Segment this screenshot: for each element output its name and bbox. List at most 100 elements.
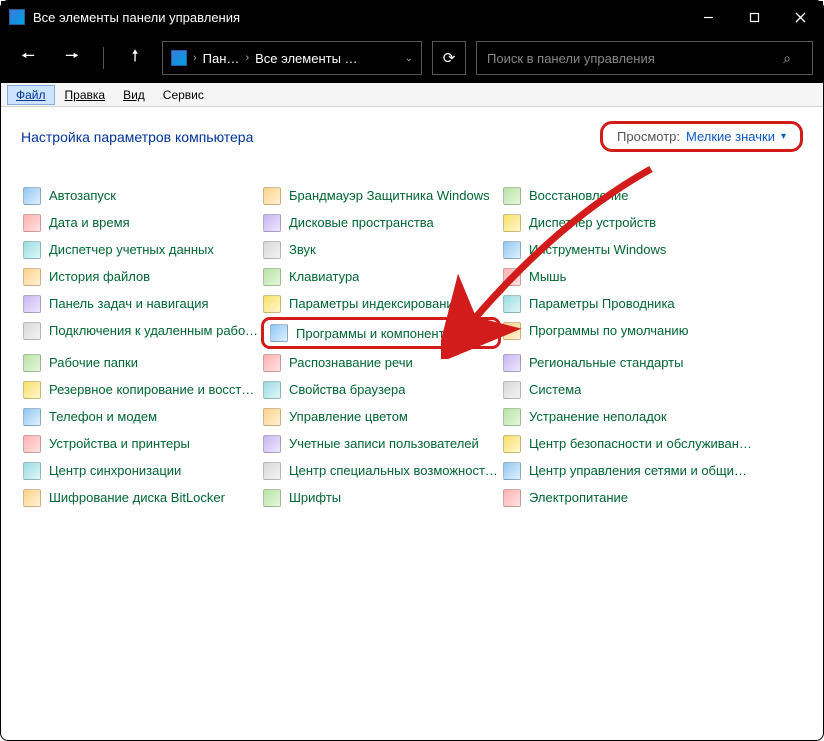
control-panel-item[interactable]: Центр специальных возможностей	[261, 457, 501, 484]
control-panel-item[interactable]: Устранение неполадок	[501, 403, 761, 430]
control-panel-item[interactable]: Диспетчер учетных данных	[21, 236, 261, 263]
control-panel-item[interactable]: Звук	[261, 236, 501, 263]
control-panel-item[interactable]: Автозапуск	[21, 182, 261, 209]
item-label: Рабочие папки	[49, 355, 138, 370]
item-icon	[503, 381, 521, 399]
control-panel-item[interactable]: Управление цветом	[261, 403, 501, 430]
item-icon	[23, 489, 41, 507]
item-label: Шифрование диска BitLocker	[49, 490, 225, 505]
item-icon	[503, 241, 521, 259]
item-label: Учетные записи пользователей	[289, 436, 479, 451]
chevron-right-icon: ›	[245, 52, 249, 64]
search-input[interactable]	[487, 51, 772, 66]
control-panel-item[interactable]: Свойства браузера	[261, 376, 501, 403]
control-panel-item[interactable]: Дата и время	[21, 209, 261, 236]
control-panel-item[interactable]: Центр синхронизации	[21, 457, 261, 484]
menu-bar: Файл Правка Вид Сервис	[1, 83, 823, 107]
control-panel-item[interactable]: Параметры Проводника	[501, 290, 761, 317]
nav-back-button[interactable]: 🠔	[11, 41, 45, 75]
control-panel-item[interactable]: Устройства и принтеры	[21, 430, 261, 457]
search-icon[interactable]: ⌕	[772, 50, 802, 67]
control-panel-item[interactable]: Диспетчер устройств	[501, 209, 761, 236]
item-icon	[503, 462, 521, 480]
control-panel-item[interactable]: Брандмауэр Защитника Windows	[261, 182, 501, 209]
item-icon	[23, 408, 41, 426]
close-button[interactable]	[777, 1, 823, 33]
item-label: Система	[529, 382, 581, 397]
item-label: Панель задач и навигация	[49, 296, 209, 311]
item-icon	[503, 295, 521, 313]
control-panel-item[interactable]: Рабочие папки	[21, 349, 261, 376]
titlebar: Все элементы панели управления	[1, 1, 823, 33]
control-panel-item[interactable]: История файлов	[21, 263, 261, 290]
control-panel-item[interactable]: Восстановление	[501, 182, 761, 209]
item-icon	[263, 354, 281, 372]
chevron-right-icon: ›	[193, 52, 197, 64]
breadcrumb-seg[interactable]: Все элементы …	[255, 51, 357, 66]
item-label: Дата и время	[49, 215, 130, 230]
breadcrumb[interactable]: › Пан… › Все элементы … ⌄	[162, 41, 422, 75]
item-label: Центр специальных возможностей	[289, 463, 499, 478]
view-label: Просмотр:	[617, 129, 680, 144]
control-panel-item[interactable]: Инструменты Windows	[501, 236, 761, 263]
item-icon	[23, 462, 41, 480]
item-icon	[263, 381, 281, 399]
control-panel-item[interactable]: Дисковые пространства	[261, 209, 501, 236]
control-panel-item[interactable]: Распознавание речи	[261, 349, 501, 376]
header-row: Настройка параметров компьютера Просмотр…	[1, 107, 823, 164]
item-icon	[503, 268, 521, 286]
control-panel-item[interactable]: Региональные стандарты	[501, 349, 761, 376]
view-mode-dropdown[interactable]: Просмотр: Мелкие значки ▾	[600, 121, 803, 152]
menu-view[interactable]: Вид	[115, 86, 153, 104]
item-label: Шрифты	[289, 490, 341, 505]
control-panel-item[interactable]: Учетные записи пользователей	[261, 430, 501, 457]
item-label: Диспетчер устройств	[529, 215, 656, 230]
item-label: Инструменты Windows	[529, 242, 666, 257]
refresh-button[interactable]: ⟳	[432, 41, 466, 75]
control-panel-item[interactable]: Центр управления сетями и общи…	[501, 457, 761, 484]
item-label: Программы и компоненты	[296, 326, 454, 341]
control-panel-item[interactable]: Система	[501, 376, 761, 403]
item-icon	[503, 435, 521, 453]
search-box[interactable]: ⌕	[476, 41, 813, 75]
maximize-button[interactable]	[731, 1, 777, 33]
item-label: Телефон и модем	[49, 409, 157, 424]
control-panel-item[interactable]: Параметры индексирования	[261, 290, 501, 317]
item-icon	[263, 214, 281, 232]
control-panel-item[interactable]: Шрифты	[261, 484, 501, 511]
control-panel-item[interactable]: Электропитание	[501, 484, 761, 511]
menu-file[interactable]: Файл	[7, 85, 55, 105]
item-label: Центр синхронизации	[49, 463, 181, 478]
nav-up-button[interactable]: 🠕	[118, 41, 152, 75]
item-icon	[23, 354, 41, 372]
item-icon	[263, 241, 281, 259]
control-panel-icon	[9, 9, 25, 25]
chevron-down-icon[interactable]: ⌄	[405, 53, 413, 64]
control-panel-item[interactable]: Программы и компоненты	[261, 317, 501, 349]
navigation-bar: 🠔 🠖 🠕 › Пан… › Все элементы … ⌄ ⟳ ⌕	[1, 33, 823, 83]
control-panel-item[interactable]: Резервное копирование и восстан…	[21, 376, 261, 403]
control-panel-item[interactable]: Программы по умолчанию	[501, 317, 761, 344]
control-panel-item[interactable]: Телефон и модем	[21, 403, 261, 430]
item-icon	[23, 241, 41, 259]
control-panel-item[interactable]: Панель задач и навигация	[21, 290, 261, 317]
item-label: Параметры индексирования	[289, 296, 461, 311]
item-icon	[503, 322, 521, 340]
minimize-button[interactable]	[685, 1, 731, 33]
control-panel-icon	[171, 50, 187, 66]
window-title: Все элементы панели управления	[33, 10, 240, 25]
nav-forward-button[interactable]: 🠖	[55, 41, 89, 75]
item-icon	[263, 408, 281, 426]
control-panel-item[interactable]: Подключения к удаленным рабоч…	[21, 317, 261, 344]
breadcrumb-seg[interactable]: Пан…	[203, 51, 240, 66]
control-panel-item[interactable]: Мышь	[501, 263, 761, 290]
control-panel-item[interactable]: Клавиатура	[261, 263, 501, 290]
item-icon	[23, 381, 41, 399]
item-label: Программы по умолчанию	[529, 323, 688, 338]
item-label: Мышь	[529, 269, 566, 284]
menu-service[interactable]: Сервис	[155, 86, 212, 104]
item-icon	[503, 187, 521, 205]
control-panel-item[interactable]: Шифрование диска BitLocker	[21, 484, 261, 511]
menu-edit[interactable]: Правка	[57, 86, 114, 104]
control-panel-item[interactable]: Центр безопасности и обслуживан…	[501, 430, 761, 457]
